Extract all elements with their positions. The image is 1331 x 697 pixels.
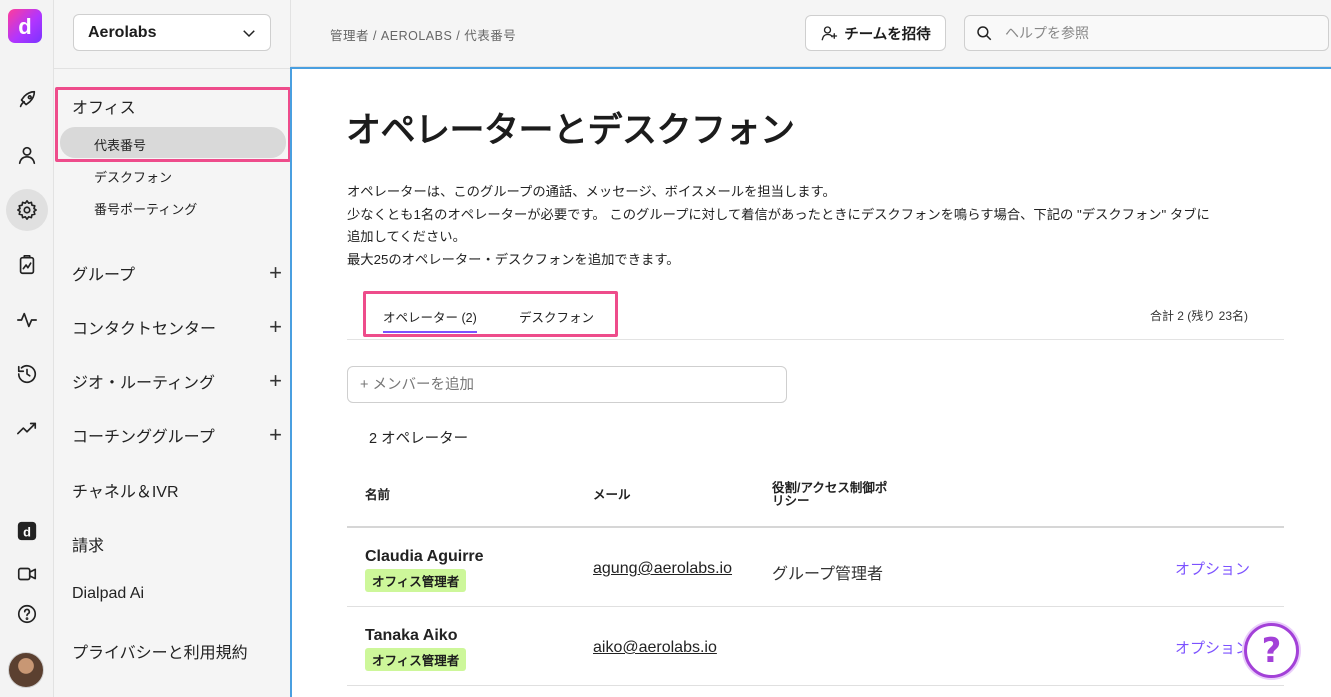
table-header: 名前 メール 役割/アクセス制御ポ リシー	[347, 467, 1284, 528]
description-line: 少なくとも1名のオペレーターが必要です。 このグループに対して着信があったときに…	[347, 206, 1210, 222]
tab-bar: オペレーター (2) デスクフォン 合計 2 (残り 23名)	[347, 292, 1284, 340]
logo-letter: d	[18, 14, 32, 39]
nav-item-billing[interactable]: 請求	[72, 532, 282, 556]
invite-team-label: チームを招待	[844, 26, 931, 43]
clipboard-chart-icon[interactable]	[6, 244, 48, 286]
video-icon[interactable]	[6, 553, 48, 595]
page-title: オペレーターとデスクフォン	[346, 111, 795, 151]
org-selector[interactable]: Aerolabs	[73, 14, 271, 51]
nav-item-label: グループ	[72, 267, 136, 284]
nav-item-number-porting[interactable]: 番号ポーティング	[94, 199, 197, 218]
operators-table: 名前 メール 役割/アクセス制御ポ リシー Claudia Aguirre オフ…	[347, 467, 1284, 686]
role-badge: オフィス管理者	[365, 569, 467, 592]
column-header-mail: メール	[593, 488, 631, 502]
user-icon[interactable]	[6, 134, 48, 176]
dialpad-logo[interactable]: d	[8, 9, 42, 43]
nav-item-main-line[interactable]: 代表番号	[94, 135, 146, 154]
rocket-icon[interactable]	[6, 79, 48, 121]
description: オペレーターは、このグループの通話、メッセージ、ボイスメールを担当します。 少な…	[347, 181, 1210, 271]
svg-text:d: d	[23, 525, 31, 540]
column-header-name: 名前	[365, 488, 391, 502]
user-avatar[interactable]	[8, 652, 44, 688]
gear-icon[interactable]	[6, 189, 48, 231]
plus-icon[interactable]: +	[269, 370, 282, 392]
help-search-box[interactable]	[964, 15, 1329, 51]
nav-item-contact-center[interactable]: コンタクトセンター +	[72, 315, 282, 339]
nav-item-deskphone[interactable]: デスクフォン	[94, 167, 172, 186]
dialpad-app-icon[interactable]: d	[6, 510, 48, 552]
search-icon	[977, 26, 992, 41]
role-badge: オフィス管理者	[365, 648, 467, 671]
nav-item-label: コンタクトセンター	[72, 321, 217, 338]
history-icon[interactable]	[6, 353, 48, 395]
invite-team-button[interactable]: チームを招待	[805, 15, 946, 51]
description-line: オペレーターは、このグループの通話、メッセージ、ボイスメールを担当します。	[347, 184, 836, 199]
operator-name: Tanaka Aiko	[365, 627, 458, 644]
options-link[interactable]: オプション	[1175, 558, 1250, 579]
pulse-icon[interactable]	[6, 299, 48, 341]
add-user-icon	[821, 26, 838, 41]
operator-email[interactable]: agung@aerolabs.io	[593, 560, 732, 578]
nav-item-geo-routing[interactable]: ジオ・ルーティング +	[72, 369, 282, 393]
divider	[54, 68, 291, 69]
total-count: 合計 2 (残り 23名)	[1149, 309, 1248, 323]
top-bar: 管理者 / AEROLABS / 代表番号 チームを招待	[291, 0, 1331, 67]
operator-count: 2 オペレーター	[369, 431, 469, 447]
main-content: オペレーターとデスクフォン オペレーターは、このグループの通話、メッセージ、ボイ…	[290, 67, 1331, 697]
plus-icon[interactable]: +	[269, 424, 282, 446]
org-name: Aerolabs	[88, 23, 157, 41]
breadcrumb: 管理者 / AEROLABS / 代表番号	[330, 29, 517, 43]
nav-item-channels-ivr[interactable]: チャネル＆IVR	[72, 478, 282, 502]
column-header-role-line: リシー	[772, 494, 810, 508]
tab-operators[interactable]: オペレーター (2)	[383, 307, 477, 333]
trending-up-icon[interactable]	[6, 408, 48, 450]
operator-email[interactable]: aiko@aerolabs.io	[593, 639, 717, 657]
icon-rail: d d	[0, 0, 54, 697]
operator-role: グループ管理者	[772, 566, 884, 583]
nav-section-office[interactable]: オフィス	[72, 94, 136, 118]
help-fab-button[interactable]: ?	[1244, 623, 1299, 678]
nav-item-label: ジオ・ルーティング	[72, 375, 216, 392]
description-line: 追加してください。	[347, 229, 466, 244]
plus-icon[interactable]: +	[269, 316, 282, 338]
nav-item-groups[interactable]: グループ +	[72, 261, 282, 285]
add-member-input[interactable]	[347, 366, 787, 403]
description-line: 最大25のオペレーター・デスクフォンを追加できます。	[347, 251, 680, 267]
settings-sidebar: Aerolabs オフィス 代表番号 デスクフォン 番号ポーティング グループ +…	[54, 0, 291, 697]
help-circle-icon[interactable]	[6, 593, 48, 635]
nav-item-label: コーチンググループ	[72, 429, 215, 446]
help-search-input[interactable]	[1005, 25, 1305, 41]
nav-item-privacy-terms[interactable]: プライバシーと利用規約	[72, 639, 282, 663]
column-header-role: 役割/アクセス制御ポ リシー	[772, 482, 887, 508]
table-row: Claudia Aguirre オフィス管理者 agung@aerolabs.i…	[347, 528, 1284, 607]
nav-item-dialpad-ai[interactable]: Dialpad Ai	[72, 585, 282, 603]
tab-deskphones[interactable]: デスクフォン	[519, 307, 594, 326]
nav-item-coaching-groups[interactable]: コーチンググループ +	[72, 423, 282, 447]
chevron-down-icon	[243, 29, 255, 37]
table-row: Tanaka Aiko オフィス管理者 aiko@aerolabs.io オプシ…	[347, 607, 1284, 686]
operator-name: Claudia Aguirre	[365, 548, 484, 565]
options-link[interactable]: オプション	[1175, 637, 1250, 658]
plus-icon[interactable]: +	[269, 262, 282, 284]
